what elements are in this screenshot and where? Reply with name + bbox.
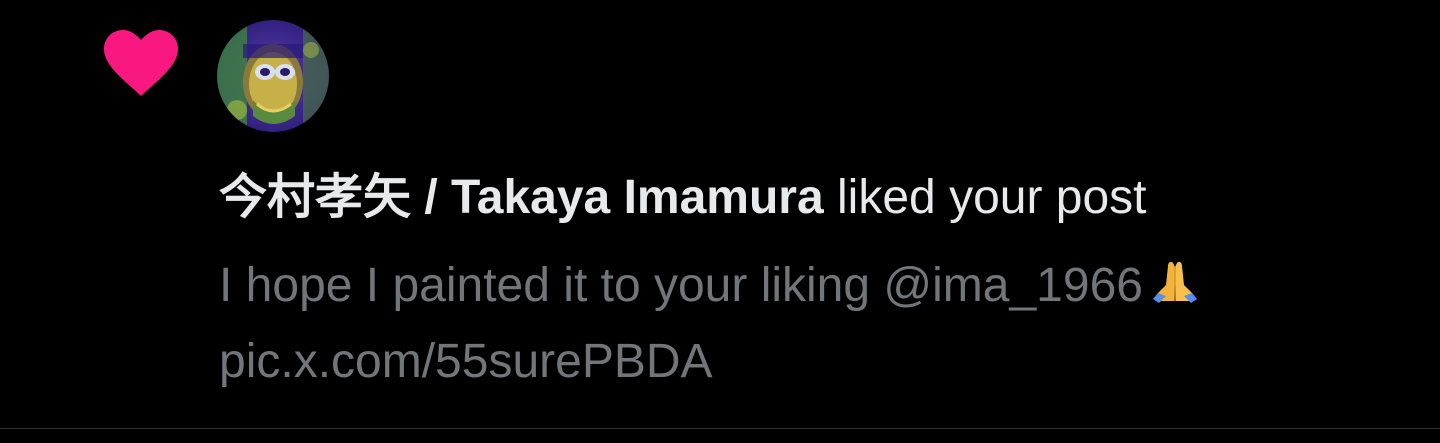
post-image-link[interactable]: pic.x.com/55surePBDA <box>219 326 1409 398</box>
like-notification[interactable]: 今村孝矢 / Takaya Imamura liked your post I … <box>0 0 1440 428</box>
post-preview[interactable]: I hope I painted it to your liking @ima_… <box>219 250 1409 398</box>
user-name-link[interactable]: 今村孝矢 / Takaya Imamura <box>219 171 824 224</box>
post-text-line: I hope I painted it to your liking @ima_… <box>219 250 1409 326</box>
user-avatar[interactable] <box>217 20 329 132</box>
action-text: liked your post <box>837 171 1147 224</box>
folded-hands-emoji-icon <box>1149 254 1201 326</box>
heart-icon <box>104 30 178 96</box>
divider <box>0 428 1440 429</box>
post-text: I hope I painted it to your liking @ima_… <box>219 259 1143 312</box>
notification-headline: 今村孝矢 / Takaya Imamura liked your post <box>219 168 1419 228</box>
